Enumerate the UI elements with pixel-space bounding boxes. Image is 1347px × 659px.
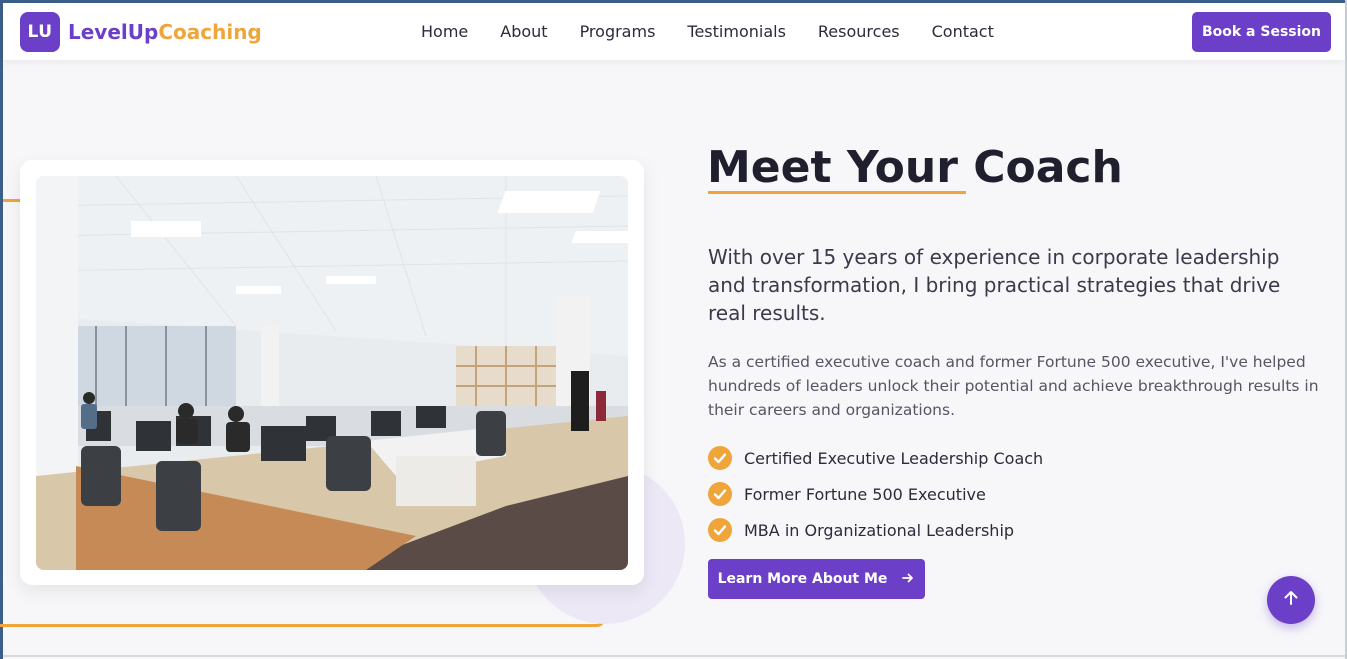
arrow-right-icon	[901, 570, 915, 589]
logo-badge[interactable]: LU	[20, 12, 60, 52]
coach-photo-card	[20, 160, 644, 585]
office-photo-illustration	[36, 176, 628, 570]
credential-label: Former Fortune 500 Executive	[744, 484, 986, 504]
title-underline	[708, 191, 966, 194]
list-item: Certified Executive Leadership Coach	[708, 446, 1043, 470]
nav-link-testimonials[interactable]: Testimonials	[687, 22, 786, 41]
lead-paragraph: With over 15 years of experience in corp…	[708, 245, 1281, 325]
scroll-to-top-button[interactable]	[1267, 576, 1315, 624]
logo-text[interactable]: LevelUpCoaching	[68, 20, 262, 44]
office-photo	[36, 176, 628, 570]
list-item: Former Fortune 500 Executive	[708, 482, 1043, 506]
arrow-up-icon	[1281, 588, 1301, 612]
learn-more-label: Learn More About Me	[717, 571, 888, 587]
nav-link-home[interactable]: Home	[421, 22, 468, 41]
nav-link-resources[interactable]: Resources	[818, 22, 900, 41]
list-item: MBA in Organizational Leadership	[708, 518, 1043, 542]
body-paragraph: As a certified executive coach and forme…	[708, 353, 1319, 419]
page-title: Meet Your Coach	[707, 142, 1123, 193]
credential-label: Certified Executive Leadership Coach	[744, 448, 1044, 468]
decorative-accent-line	[3, 199, 20, 202]
credential-label: MBA in Organizational Leadership	[744, 520, 1015, 540]
logo-text-primary: LevelUp	[68, 20, 159, 44]
nav-link-about[interactable]: About	[500, 22, 547, 41]
logo-text-accent: Coaching	[158, 20, 262, 44]
nav-link-programs[interactable]: Programs	[580, 22, 656, 41]
check-icon	[708, 518, 732, 542]
credentials-list: Certified Executive Leadership Coach For…	[708, 446, 1043, 554]
check-icon	[708, 446, 732, 470]
check-icon	[708, 482, 732, 506]
book-session-button[interactable]: Book a Session	[1192, 12, 1331, 52]
section-divider	[3, 655, 1345, 657]
nav-link-contact[interactable]: Contact	[932, 22, 994, 41]
main-nav: Home About Programs Testimonials Resourc…	[421, 22, 1026, 41]
learn-more-button[interactable]: Learn More About Me	[708, 559, 925, 599]
site-header: LU LevelUpCoaching Home About Programs T…	[3, 3, 1345, 60]
